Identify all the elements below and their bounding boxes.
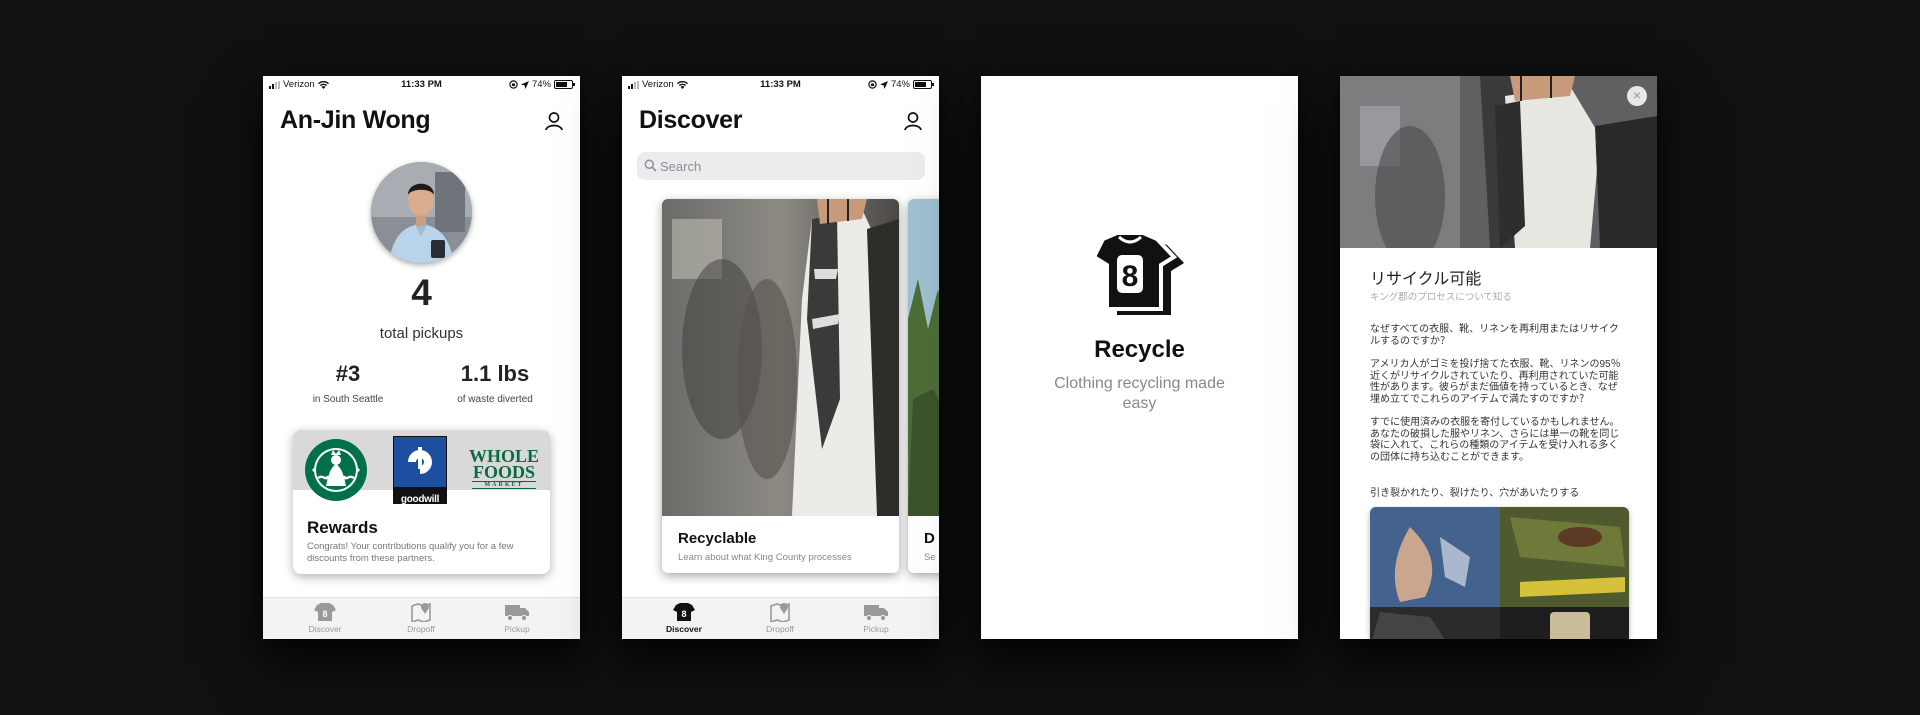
- tab-bar: 8 Discover Dropoff Pickup: [263, 597, 580, 639]
- rank-stat: #3 in South Seattle: [283, 361, 413, 405]
- tab-dropoff[interactable]: Dropoff: [386, 602, 456, 634]
- page-title: Discover: [639, 106, 743, 134]
- profile-icon[interactable]: [902, 110, 924, 132]
- logo-number: 8: [1122, 260, 1139, 293]
- status-bar: Verizon 11:33 PM 74%: [263, 76, 580, 93]
- search-icon: [644, 159, 657, 172]
- search-input[interactable]: Search: [637, 152, 925, 180]
- map-pin-icon: [411, 602, 431, 622]
- battery-icon: [913, 80, 934, 89]
- splash-title: Recycle: [1094, 336, 1185, 363]
- starbucks-logo: [305, 439, 367, 501]
- pickups-label: total pickups: [379, 325, 464, 342]
- goodwill-wordmark: goodwill: [400, 494, 440, 505]
- article-title: リサイクル可能: [1370, 271, 1482, 288]
- second-card[interactable]: D Se: [908, 199, 939, 573]
- article-screen: × リサイクル可能 キング郡のプロセスについて知る なぜすべての衣服、靴、リネン…: [1340, 76, 1657, 639]
- card-subtitle: Se: [924, 552, 936, 563]
- card-title: Recyclable: [678, 530, 757, 547]
- rank-label: in South Seattle: [312, 394, 384, 405]
- whole-foods-logo: WHOLE FOODS MARKET: [466, 447, 542, 489]
- section-label: 引き裂かれたり、裂けたり、穴があいたりする: [1370, 488, 1580, 499]
- shirt-icon: 8: [673, 603, 695, 621]
- clothing-rack-image: [662, 199, 899, 516]
- tab-discover-label: Discover: [308, 624, 342, 634]
- close-button[interactable]: ×: [1627, 86, 1647, 106]
- card-title: D: [924, 530, 935, 547]
- recyclable-card[interactable]: Recyclable Learn about what King County …: [662, 199, 899, 573]
- waste-label: of waste diverted: [457, 394, 533, 405]
- palm-trees-image: [908, 199, 939, 516]
- tab-pickup[interactable]: Pickup: [841, 602, 911, 634]
- recycle-shirt-logo: 8: [1091, 233, 1184, 315]
- waste-value: 1.1 lbs: [460, 361, 530, 386]
- tab-dropoff-label: Dropoff: [407, 624, 435, 634]
- rank-value: #3: [335, 361, 361, 386]
- tab-dropoff[interactable]: Dropoff: [745, 602, 815, 634]
- article-subtitle: キング郡のプロセスについて知る: [1370, 292, 1512, 303]
- close-icon: ×: [1632, 87, 1642, 103]
- truck-icon: [864, 605, 888, 622]
- battery-percent: 74%: [890, 79, 910, 90]
- splash-subtitle: Clothing recycling made easy: [1054, 375, 1225, 412]
- article-paragraph: アメリカ人がゴミを投げ捨てた衣服、靴、リネンの95％近くがリサイクルされていたり…: [1370, 359, 1621, 405]
- tab-discover[interactable]: 8 Discover: [649, 602, 719, 634]
- lock-rotation-icon: [868, 80, 877, 89]
- article-paragraph: なぜすべての衣服、靴、リネンを再利用またはリサイクルするのですか？: [1370, 324, 1619, 347]
- profile-icon[interactable]: [543, 110, 565, 132]
- svg-text:8: 8: [322, 609, 327, 619]
- lock-rotation-icon: [509, 80, 518, 89]
- tab-pickup-label: Pickup: [504, 624, 530, 634]
- battery-icon: [554, 80, 575, 89]
- splash-screen: 8 Recycle Clothing recycling made easy: [981, 76, 1298, 639]
- location-icon: [879, 80, 888, 89]
- hero-image: [1340, 76, 1657, 248]
- wholefoods-line2: FOODS: [472, 462, 535, 482]
- shirt-icon: 8: [314, 603, 336, 621]
- tab-pickup[interactable]: Pickup: [482, 602, 552, 634]
- status-bar: Verizon 11:33 PM 74%: [622, 76, 939, 93]
- rewards-title: Rewards: [307, 518, 378, 537]
- avatar: [371, 162, 472, 263]
- waste-stat: 1.1 lbs of waste diverted: [430, 361, 560, 405]
- discover-screen: Verizon 11:33 PM 74% Discover Search Rec…: [622, 76, 939, 639]
- tab-pickup-label: Pickup: [863, 624, 889, 634]
- truck-icon: [505, 605, 529, 622]
- rewards-card[interactable]: goodwill WHOLE FOODS MARKET Rewards Cong…: [293, 430, 550, 574]
- map-pin-icon: [770, 602, 790, 622]
- search-placeholder: Search: [660, 159, 702, 174]
- goodwill-logo: goodwill: [393, 436, 447, 505]
- tab-discover[interactable]: 8 Discover: [290, 602, 360, 634]
- rewards-text: Congrats! Your contributions qualify you…: [307, 541, 514, 564]
- page-title: An-Jin Wong: [280, 106, 431, 134]
- tab-discover-label: Discover: [666, 624, 702, 634]
- wholefoods-line3: MARKET: [472, 481, 536, 489]
- card-subtitle: Learn about what King County processes: [678, 552, 852, 563]
- tab-bar: 8 Discover Dropoff Pickup: [622, 597, 939, 639]
- pickups-count: 4: [411, 272, 432, 313]
- profile-screen: Verizon 11:33 PM 74% An-Jin Wong 4 total…: [263, 76, 580, 639]
- damaged-clothing-image: [1370, 507, 1629, 639]
- location-icon: [520, 80, 529, 89]
- tab-dropoff-label: Dropoff: [766, 624, 794, 634]
- article-paragraph: すでに使用済みの衣服を寄付しているかもしれません。あなたの破損した服やリネン、さ…: [1370, 417, 1620, 463]
- battery-percent: 74%: [531, 79, 551, 90]
- svg-text:8: 8: [681, 609, 686, 619]
